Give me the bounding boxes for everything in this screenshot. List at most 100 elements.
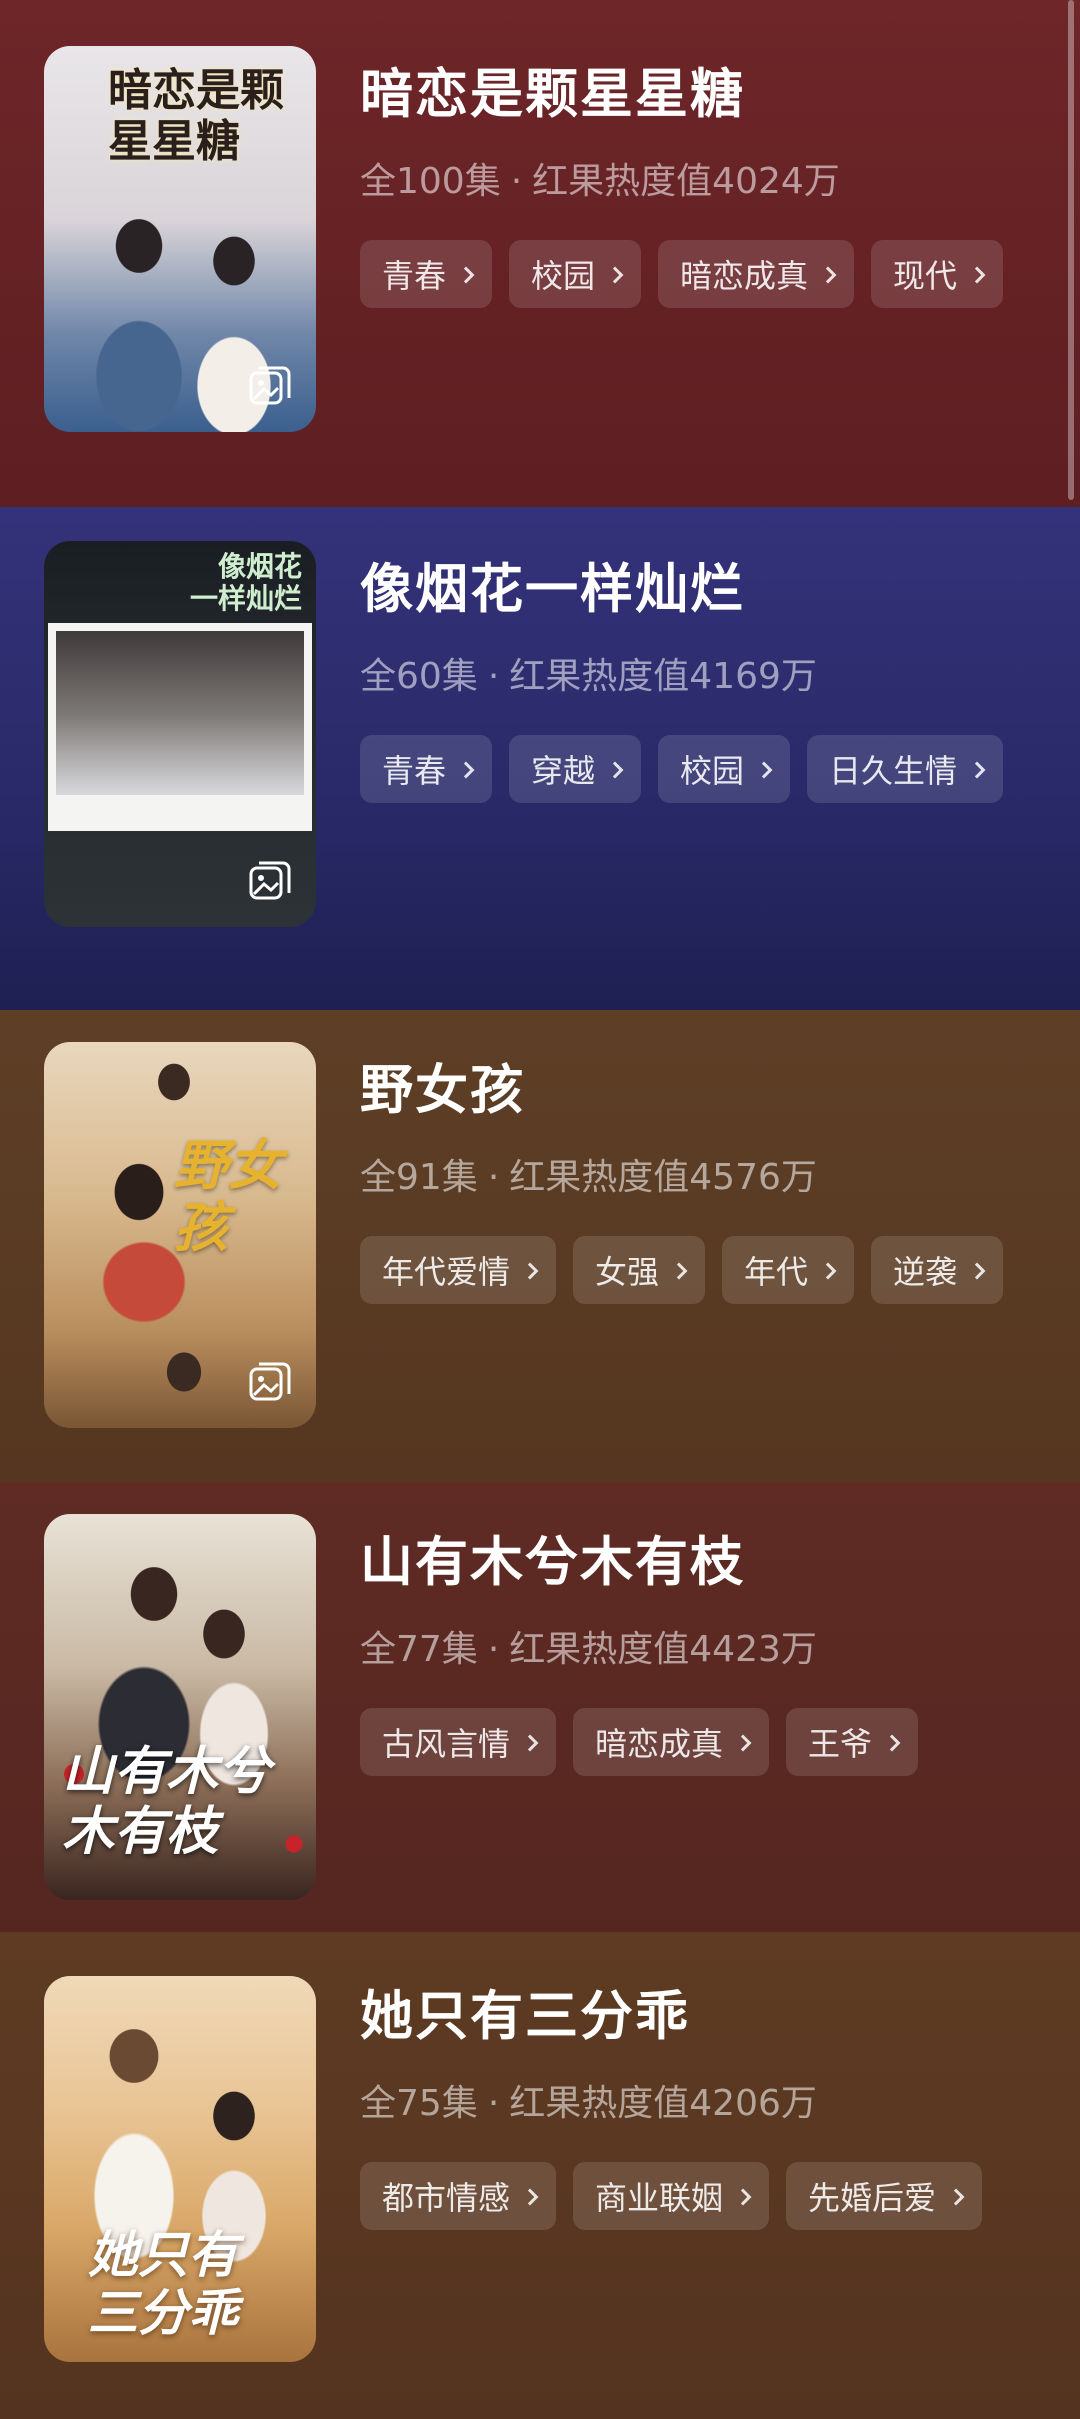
tag-chip[interactable]: 穿越: [509, 735, 642, 803]
drama-meta: 全60集 · 红果热度值4169万: [360, 647, 817, 699]
tag-label: 先婚后爱: [808, 2179, 937, 2217]
tag-chip[interactable]: 青春: [360, 735, 493, 803]
drama-poster[interactable]: 她只有 三分乖: [44, 1976, 316, 2362]
tag-label: 青春: [382, 257, 447, 295]
drama-poster[interactable]: 像烟花 一样灿烂: [44, 541, 316, 927]
tag-chip[interactable]: 校园: [658, 735, 791, 803]
tag-label: 校园: [531, 257, 596, 295]
tag-label: 古风言情: [382, 1725, 511, 1763]
tag-label: 商业联姻: [595, 2179, 724, 2217]
tag-list: 年代爱情 女强 年代 逆袭: [360, 1236, 1004, 1304]
episode-count: 全91集: [360, 1157, 478, 1198]
tag-chip[interactable]: 现代: [871, 240, 1004, 308]
drama-meta: 全75集 · 红果热度值4206万: [360, 2074, 817, 2126]
heat-value: 红果热度值4206万: [509, 2083, 817, 2124]
chevron-right-icon: [457, 266, 475, 283]
tag-label: 王爷: [808, 1725, 873, 1763]
chevron-right-icon: [521, 2188, 539, 2205]
tag-chip[interactable]: 女强: [573, 1236, 706, 1304]
episode-count: 全77集: [360, 1629, 478, 1670]
chevron-right-icon: [521, 1262, 539, 1279]
heat-value: 红果热度值4576万: [509, 1157, 817, 1198]
tag-label: 年代: [744, 1253, 809, 1291]
poster-title: 像烟花 一样灿烂: [189, 550, 302, 616]
tag-chip[interactable]: 暗恋成真: [658, 240, 855, 308]
drama-title[interactable]: 暗恋是颗星星糖: [360, 52, 745, 128]
tag-chip[interactable]: 王爷: [786, 1708, 919, 1776]
chevron-right-icon: [968, 1262, 986, 1279]
chevron-right-icon: [606, 761, 624, 778]
tag-label: 青春: [382, 752, 447, 790]
drama-feed: 暗恋是颗 星星糖 暗恋是颗星星糖 全100集 · 红果热度值4024万 青春 校园 …: [0, 0, 1080, 2419]
tag-chip[interactable]: 年代爱情: [360, 1236, 557, 1304]
chevron-right-icon: [819, 1262, 837, 1279]
chevron-right-icon: [734, 1734, 752, 1751]
heat-value: 红果热度值4024万: [532, 161, 840, 202]
poster-title: 山有木兮 木有枝: [62, 1741, 271, 1862]
heat-value: 红果热度值4169万: [509, 656, 817, 697]
tag-chip[interactable]: 日久生情: [807, 735, 1004, 803]
gallery-icon[interactable]: [248, 1360, 292, 1404]
separator: ·: [487, 1157, 500, 1198]
gallery-icon[interactable]: [248, 364, 292, 408]
poster-title: 野女孩: [174, 1133, 282, 1260]
drama-card[interactable]: 像烟花 一样灿烂 像烟花一样灿烂 全60集 · 红果热度值4169万 青春 穿越 校…: [0, 507, 1080, 1010]
drama-meta: 全77集 · 红果热度值4423万: [360, 1620, 817, 1672]
poster-title: 她只有 三分乖: [88, 2225, 238, 2342]
separator: ·: [510, 161, 523, 202]
tag-label: 校园: [680, 752, 745, 790]
drama-meta: 全91集 · 红果热度值4576万: [360, 1148, 817, 1200]
episode-count: 全60集: [360, 656, 478, 697]
episode-count: 全100集: [360, 161, 501, 202]
tag-chip[interactable]: 校园: [509, 240, 642, 308]
tag-label: 暗恋成真: [680, 257, 809, 295]
chevron-right-icon: [457, 761, 475, 778]
chevron-right-icon: [606, 266, 624, 283]
tag-list: 都市情感 商业联姻 先婚后爱: [360, 2162, 983, 2230]
tag-chip[interactable]: 青春: [360, 240, 493, 308]
drama-card[interactable]: 山有木兮 木有枝 山有木兮木有枝 全77集 · 红果热度值4423万 古风言情 暗恋…: [0, 1482, 1080, 1932]
drama-card[interactable]: 野女孩 野女孩 全91集 · 红果热度值4576万 年代爱情 女强 年代 逆袭: [0, 1010, 1080, 1482]
drama-title[interactable]: 山有木兮木有枝: [360, 1520, 745, 1596]
tag-chip[interactable]: 逆袭: [871, 1236, 1004, 1304]
drama-meta: 全100集 · 红果热度值4024万: [360, 152, 840, 204]
tag-chip[interactable]: 年代: [722, 1236, 855, 1304]
tag-chip[interactable]: 古风言情: [360, 1708, 557, 1776]
drama-poster[interactable]: 暗恋是颗 星星糖: [44, 46, 316, 432]
poster-photo-frame: [48, 623, 312, 831]
tag-label: 年代爱情: [382, 1253, 511, 1291]
drama-card[interactable]: 暗恋是颗 星星糖 暗恋是颗星星糖 全100集 · 红果热度值4024万 青春 校园 …: [0, 0, 1080, 507]
drama-card[interactable]: 她只有 三分乖 她只有三分乖 全75集 · 红果热度值4206万 都市情感 商业联姻…: [0, 1932, 1080, 2419]
drama-title[interactable]: 她只有三分乖: [360, 1974, 690, 2050]
tag-label: 穿越: [531, 752, 596, 790]
chevron-right-icon: [968, 761, 986, 778]
chevron-right-icon: [883, 1734, 901, 1751]
tag-label: 日久生情: [829, 752, 958, 790]
separator: ·: [487, 2083, 500, 2124]
tag-chip[interactable]: 都市情感: [360, 2162, 557, 2230]
separator: ·: [487, 656, 500, 697]
scrollbar[interactable]: [1068, 0, 1074, 500]
tag-label: 现代: [893, 257, 958, 295]
tag-chip[interactable]: 商业联姻: [573, 2162, 770, 2230]
tag-label: 都市情感: [382, 2179, 511, 2217]
tag-list: 古风言情 暗恋成真 王爷: [360, 1708, 919, 1776]
heat-value: 红果热度值4423万: [509, 1629, 817, 1670]
tag-chip[interactable]: 暗恋成真: [573, 1708, 770, 1776]
chevron-right-icon: [968, 266, 986, 283]
tag-label: 女强: [595, 1253, 660, 1291]
chevron-right-icon: [755, 761, 773, 778]
drama-poster[interactable]: 野女孩: [44, 1042, 316, 1428]
gallery-icon[interactable]: [248, 859, 292, 903]
chevron-right-icon: [521, 1734, 539, 1751]
poster-title: 暗恋是颗 星星糖: [108, 65, 284, 167]
episode-count: 全75集: [360, 2083, 478, 2124]
chevron-right-icon: [670, 1262, 688, 1279]
drama-poster[interactable]: 山有木兮 木有枝: [44, 1514, 316, 1900]
chevron-right-icon: [947, 2188, 965, 2205]
drama-title[interactable]: 野女孩: [360, 1048, 525, 1124]
tag-label: 逆袭: [893, 1253, 958, 1291]
tag-chip[interactable]: 先婚后爱: [786, 2162, 983, 2230]
drama-title[interactable]: 像烟花一样灿烂: [360, 547, 745, 623]
chevron-right-icon: [819, 266, 837, 283]
